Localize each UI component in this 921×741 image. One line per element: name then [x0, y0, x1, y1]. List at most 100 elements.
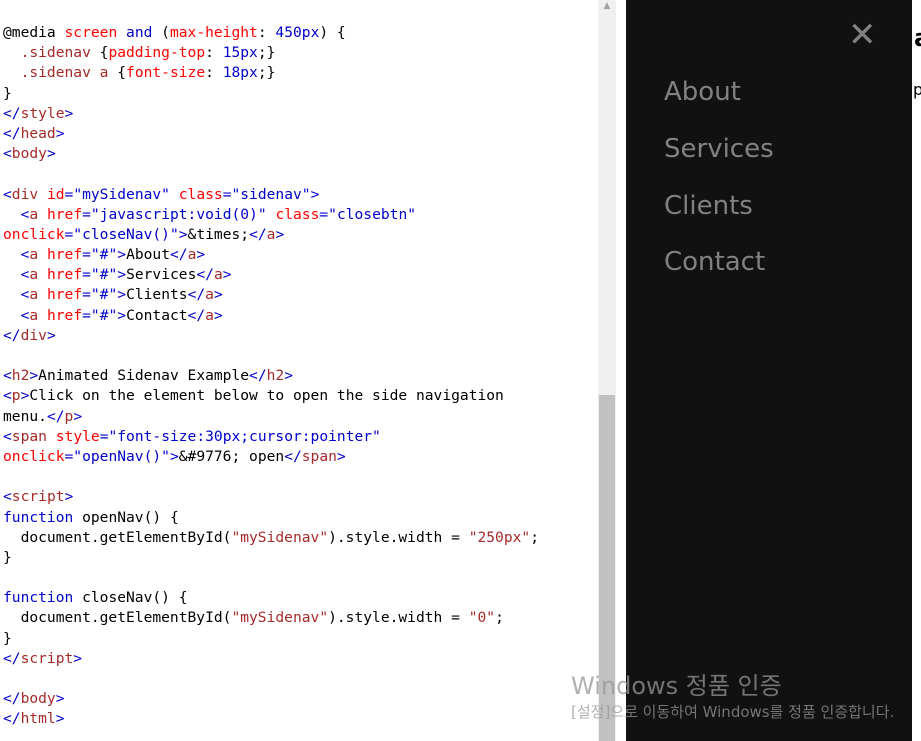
code-token: </: [170, 246, 188, 264]
code-token: :: [205, 64, 223, 82]
code-token: h2: [266, 367, 285, 385]
code-line: <a href="#">About</a>: [3, 245, 539, 265]
code-token: >: [310, 185, 320, 203]
code-token: ="#": [82, 266, 118, 284]
code-token: script: [20, 649, 74, 667]
code-token: id: [46, 185, 65, 203]
code-token: </: [249, 225, 267, 243]
windows-activation-subtitle: [설정]으로 이동하여 Windows를 정품 인증합니다.: [571, 703, 895, 721]
code-token: </: [284, 447, 302, 465]
sidenav-link-clients[interactable]: Clients: [664, 189, 753, 223]
code-token: >: [64, 104, 74, 122]
code-token: span: [11, 427, 47, 445]
code-token: href: [46, 306, 83, 324]
code-token: >: [55, 690, 65, 708]
sidenav-link-about[interactable]: About: [664, 75, 741, 109]
code-token: span: [301, 447, 337, 465]
code-token: function: [3, 589, 74, 607]
code-token: </: [187, 306, 206, 324]
code-token: ="#": [82, 306, 118, 324]
code-token: (: [152, 24, 170, 41]
code-token: "mySidenav": [231, 528, 329, 546]
code-token: body: [20, 690, 56, 708]
code-token: &#9776; open: [178, 447, 285, 465]
code-token: onclick: [3, 447, 65, 465]
code-line: }: [3, 84, 539, 104]
code-text[interactable]: @media screen and (max-height: 450px) { …: [3, 23, 539, 730]
code-token: .sidenav a: [20, 64, 109, 82]
code-token: font-size: [126, 64, 206, 82]
code-token: ="closebtn": [319, 205, 417, 223]
code-token: Clients: [126, 286, 188, 304]
code-token: ="openNav()": [64, 447, 170, 465]
code-token: {: [108, 64, 127, 82]
sidenav-link-services[interactable]: Services: [664, 132, 774, 166]
code-editor[interactable]: @media screen and (max-height: 450px) { …: [0, 0, 598, 741]
sidenav: ✕ About Services Clients Contact: [626, 0, 912, 741]
code-line: function closeNav() {: [3, 588, 539, 608]
code-token: }: [3, 548, 12, 566]
code-token: }: [3, 84, 12, 102]
editor-scrollbar[interactable]: ▲: [598, 0, 616, 741]
code-token: onclick: [3, 225, 65, 243]
code-line: <script>: [3, 487, 539, 507]
code-token: and: [126, 24, 153, 41]
code-token: </: [46, 407, 65, 425]
code-token: "250px": [468, 528, 531, 546]
code-token: <: [3, 387, 12, 405]
code-line: <div id="mySidenav" class="sidenav">: [3, 185, 539, 205]
code-token: ="font-size:30px;cursor:pointer": [99, 427, 381, 445]
code-token: >: [55, 710, 65, 728]
code-token: 450px: [275, 24, 320, 41]
code-line: .sidenav {padding-top: 15px;}: [3, 43, 539, 63]
code-token: ="#": [82, 286, 118, 304]
code-token: Contact: [126, 306, 188, 324]
code-token: p: [64, 407, 74, 425]
code-line: <span style="font-size:30px;cursor:point…: [3, 427, 539, 447]
pane-divider[interactable]: [616, 0, 626, 741]
code-line: document.getElementById("mySidenav").sty…: [3, 608, 539, 628]
code-token: h2: [11, 367, 30, 385]
code-token: ;}: [257, 64, 276, 82]
scroll-up-arrow-icon[interactable]: ▲: [598, 0, 616, 14]
code-line: </div>: [3, 326, 539, 346]
code-token: >: [117, 246, 127, 264]
code-token: menu.: [3, 407, 47, 425]
code-token: </: [196, 266, 214, 284]
code-token: >: [178, 225, 188, 243]
result-pane: a p ✕ About Services Clients Contact: [626, 0, 921, 741]
sidenav-link-contact[interactable]: Contact: [664, 245, 765, 279]
code-line: <h2>Animated Sidenav Example</h2>: [3, 366, 539, 386]
code-token: max-height: [169, 24, 258, 41]
code-token: >: [284, 367, 293, 385]
code-token: >: [117, 266, 127, 284]
code-token: a: [29, 286, 39, 304]
code-line: onclick="closeNav()">&times;</a>: [3, 225, 539, 245]
close-icon[interactable]: ✕: [848, 15, 877, 55]
code-token: >: [73, 649, 83, 667]
code-token: body: [11, 145, 47, 163]
code-token: screen: [64, 24, 118, 41]
code-token: </: [187, 286, 206, 304]
code-token: >: [222, 266, 232, 284]
code-token: </: [249, 367, 267, 385]
code-token: ="#": [82, 246, 118, 264]
code-token: <: [3, 488, 12, 506]
code-token: About: [126, 246, 171, 264]
page-heading-partial: a: [914, 24, 921, 52]
code-token: 18px: [222, 64, 258, 82]
code-token: >: [29, 367, 39, 385]
code-line: <a href="javascript:void(0)" class="clos…: [3, 205, 539, 225]
code-token: a: [213, 266, 223, 284]
